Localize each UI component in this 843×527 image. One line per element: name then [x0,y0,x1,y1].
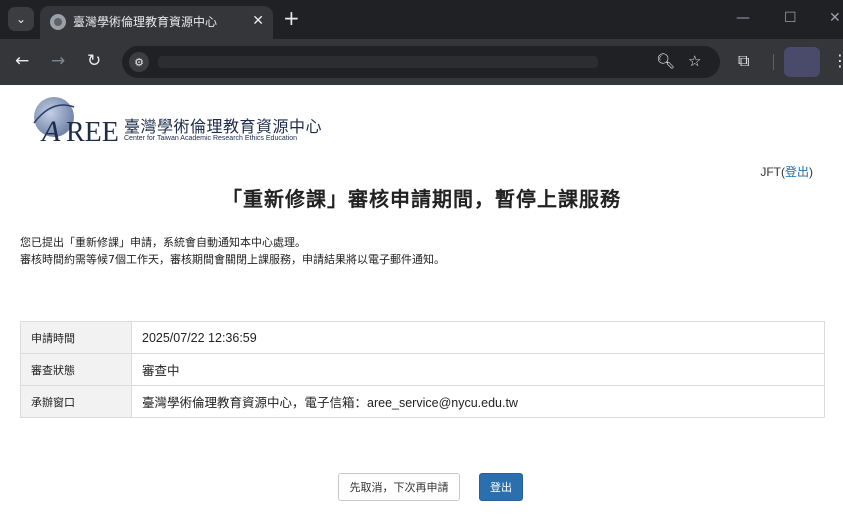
user-name: JFT [760,165,781,179]
row-value: 臺灣學術倫理教育資源中心，電子信箱：aree_service@nycu.edu.… [131,385,825,418]
page-title: 「重新修課」審核申請期間，暫停上課服務 [222,187,621,211]
globe-icon [50,14,66,30]
message-line-1: 您已提出「重新修課」申請，系統會自動通知本中心處理。 [20,236,306,249]
user-info: JFT(登出) [760,165,813,179]
tab-title: 臺灣學術倫理教育資源中心 [73,15,218,29]
chevron-down-icon: ⌄ [15,12,27,26]
row-label: 審查狀態 [20,353,132,386]
table-row: 審查狀態 審查中 [20,353,825,386]
aree-logo[interactable]: A REE 臺灣學術倫理教育資源中心 Center for Taiwan Aca… [28,93,328,147]
row-label: 承辦窗口 [20,385,132,418]
maximize-icon[interactable]: ☐ [784,10,797,26]
row-value: 審查中 [131,353,825,386]
logo-english-name: Center for Taiwan Academic Research Ethi… [124,135,298,142]
forward-icon[interactable]: → [51,51,65,71]
tab-search-button[interactable]: ⌄ [8,7,34,31]
row-value: 2025/07/22 12:36:59 [131,321,825,354]
toolbar-divider [773,54,774,70]
more-menu-icon[interactable]: ⋮ [832,51,843,70]
close-tab-icon[interactable]: ✕ [252,13,264,29]
row-label: 申請時間 [20,321,132,354]
minimize-icon[interactable]: — [736,10,750,26]
svg-text:REE: REE [66,117,119,147]
page-content: A REE 臺灣學術倫理教育資源中心 Center for Taiwan Aca… [0,85,843,527]
extensions-icon[interactable]: ⧉ [738,51,749,71]
aree-logo-mark: A REE [33,97,119,147]
url-text-redacted [158,56,598,68]
message-line-2: 審核時間約需等候7個工作天，審核期間會關閉上課服務，申請結果將以電子郵件通知。 [20,253,445,266]
bookmark-star-icon[interactable]: ☆ [688,52,701,70]
reload-icon[interactable]: ↻ [87,51,101,71]
site-settings-icon[interactable]: ⚙ [129,52,149,72]
svg-text:A: A [40,115,61,147]
browser-toolbar: ← → ↻ ⚙ 🔍︎ ☆ ⧉ ⋮ [0,39,843,85]
window-close-icon[interactable]: ✕ [829,10,841,26]
table-row: 申請時間 2025/07/22 12:36:59 [20,321,825,354]
address-bar[interactable]: ⚙ 🔍︎ ☆ [122,46,720,78]
logo-chinese-name: 臺灣學術倫理教育資源中心 [124,117,323,136]
cancel-application-button[interactable]: 先取消，下次再申請 [338,473,460,501]
browser-tab-strip: ⌄ 臺灣學術倫理教育資源中心 ✕ + — ☐ ✕ [0,0,843,39]
browser-tab[interactable]: 臺灣學術倫理教育資源中心 ✕ [40,6,273,39]
table-row: 承辦窗口 臺灣學術倫理教育資源中心，電子信箱：aree_service@nycu… [20,385,825,418]
application-info-table: 申請時間 2025/07/22 12:36:59 審查狀態 審查中 承辦窗口 臺… [20,321,825,418]
zoom-icon[interactable]: 🔍︎ [656,52,675,70]
back-icon[interactable]: ← [15,51,29,71]
logout-link[interactable]: 登出 [785,165,809,179]
new-tab-button[interactable]: + [283,6,300,30]
logout-button[interactable]: 登出 [479,473,523,501]
profile-avatar[interactable] [784,47,820,77]
